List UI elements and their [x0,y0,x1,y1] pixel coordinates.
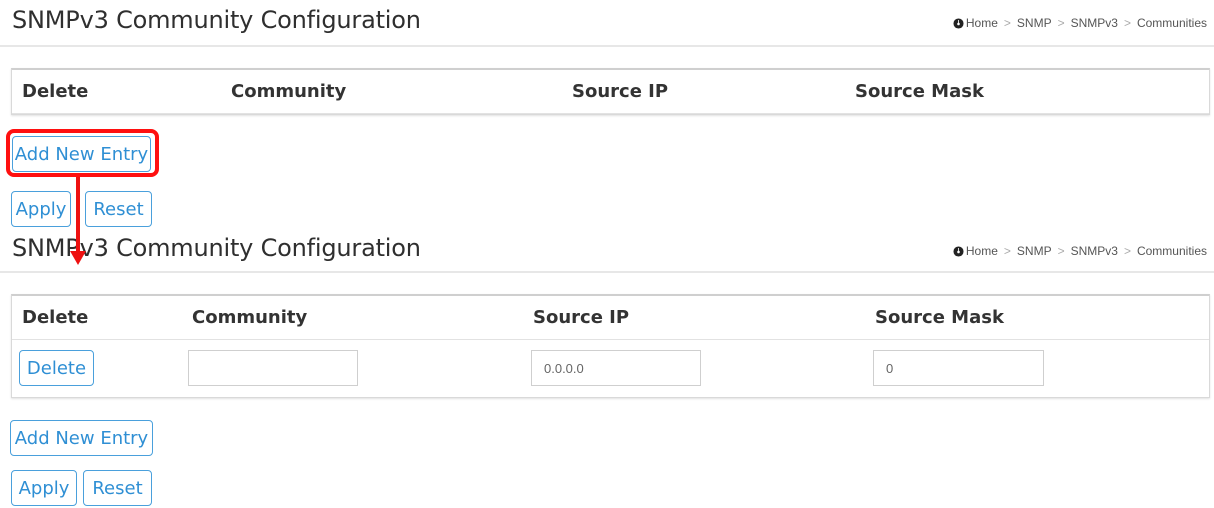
breadcrumb-communities: Communities [1136,244,1207,258]
column-header-community: Community [231,81,347,102]
breadcrumb-snmp[interactable]: SNMP [1017,244,1052,258]
apply-button[interactable]: Apply [11,470,77,506]
dashboard-icon [953,245,964,257]
source-ip-input[interactable] [531,350,701,386]
breadcrumb-snmpv3[interactable]: SNMPv3 [1071,16,1118,30]
header-bar: SNMPv3 Community Configuration Home > SN… [0,0,1214,47]
breadcrumb-separator: > [1003,244,1011,258]
breadcrumb-separator: > [1123,244,1131,258]
breadcrumb-communities: Communities [1136,16,1207,30]
breadcrumb-home[interactable]: Home [966,244,998,258]
highlight-annotation-box [6,129,159,177]
breadcrumb-separator: > [1057,16,1065,30]
reset-button[interactable]: Reset [85,191,152,227]
column-header-source-ip: Source IP [572,81,669,102]
column-header-source-mask: Source Mask [855,81,984,102]
column-header-delete: Delete [22,307,89,328]
reset-button[interactable]: Reset [83,470,152,506]
breadcrumb-separator: > [1003,16,1011,30]
delete-entry-button[interactable]: Delete [19,350,94,386]
breadcrumb: Home > SNMP > SNMPv3 > Communities [953,244,1207,258]
column-header-delete: Delete [22,81,89,102]
panel-before: SNMPv3 Community Configuration Home > SN… [0,0,1214,232]
breadcrumb-snmpv3[interactable]: SNMPv3 [1071,244,1118,258]
column-header-source-ip: Source IP [533,307,630,328]
add-new-entry-button[interactable]: Add New Entry [10,420,153,456]
breadcrumb-home[interactable]: Home [966,16,998,30]
source-mask-input[interactable] [873,350,1044,386]
apply-button[interactable]: Apply [11,191,71,227]
column-header-source-mask: Source Mask [875,307,1004,328]
table-header-row: Delete Community Source IP Source Mask [12,296,1209,340]
table-header-row: Delete Community Source IP Source Mask [12,70,1209,114]
header-bar: SNMPv3 Community Configuration Home > SN… [0,232,1214,273]
annotation-arrow-head [70,251,86,265]
breadcrumb-snmp[interactable]: SNMP [1017,16,1052,30]
panel-after: SNMPv3 Community Configuration Home > SN… [0,232,1214,508]
column-header-community: Community [192,307,308,328]
community-table: Delete Community Source IP Source Mask [11,68,1210,115]
dashboard-icon [953,17,964,29]
breadcrumb: Home > SNMP > SNMPv3 > Communities [953,16,1207,30]
breadcrumb-separator: > [1123,16,1131,30]
community-input[interactable] [188,350,358,386]
annotation-arrow-line [76,177,80,255]
breadcrumb-separator: > [1057,244,1065,258]
page-title: SNMPv3 Community Configuration [12,6,421,34]
